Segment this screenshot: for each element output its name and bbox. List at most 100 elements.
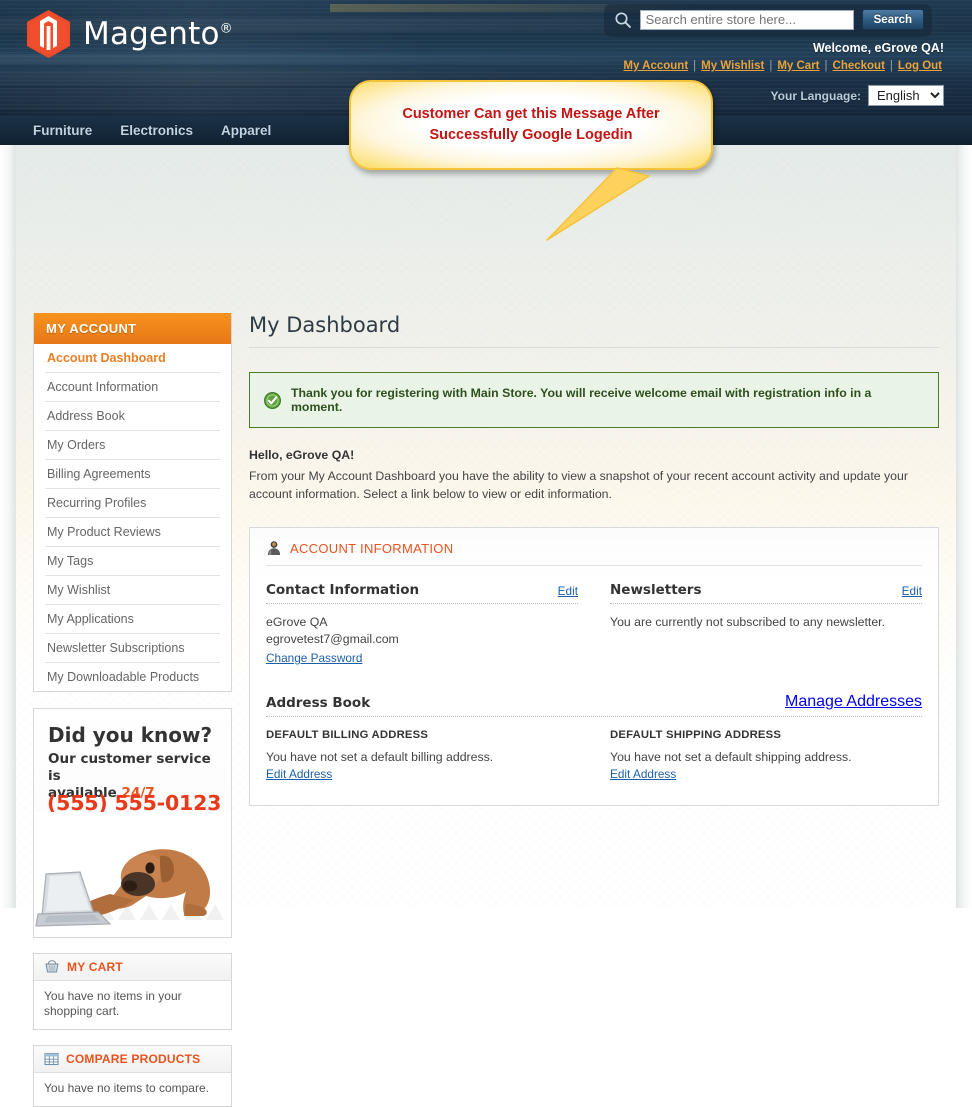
language-switcher: Your Language: English: [771, 85, 944, 106]
sidebar-item-account-dashboard[interactable]: Account Dashboard: [45, 344, 220, 373]
edit-contact-information-link[interactable]: Edit: [558, 584, 578, 598]
sidebar-item-newsletter-subscriptions[interactable]: Newsletter Subscriptions: [45, 634, 220, 663]
nav-item-electronics[interactable]: Electronics: [120, 123, 193, 138]
link-my-wishlist[interactable]: My Wishlist: [701, 60, 764, 72]
link-my-account[interactable]: My Account: [623, 60, 688, 72]
search-button[interactable]: Search: [861, 9, 924, 30]
magento-hexagon-icon: [27, 10, 70, 58]
sidebar-item-my-downloadable-products[interactable]: My Downloadable Products: [45, 663, 220, 691]
promo-heading: Did you know?: [48, 723, 213, 747]
link-checkout[interactable]: Checkout: [833, 60, 885, 72]
contact-information-heading: Contact Information: [266, 582, 420, 598]
sidebar-item-label[interactable]: Account Information: [45, 373, 220, 401]
address-book-header: Address Book Manage Addresses: [266, 693, 922, 717]
edit-shipping-address-link[interactable]: Edit Address: [610, 767, 676, 781]
callout-line-2: Successfully Google Logedin: [429, 127, 633, 143]
sidebar: MY ACCOUNT Account Dashboard Account Inf…: [33, 313, 232, 1107]
edit-billing-address-link[interactable]: Edit Address: [266, 767, 332, 781]
registered-mark: ®: [219, 21, 233, 37]
sidebar-item-my-product-reviews[interactable]: My Product Reviews: [45, 518, 220, 547]
my-account-menu: Account Dashboard Account Information Ad…: [34, 344, 231, 691]
nav-item-furniture[interactable]: Furniture: [33, 123, 92, 138]
annotation-callout: Customer Can get this Message After Succ…: [349, 80, 713, 241]
compare-products-header: COMPARE PRODUCTS: [34, 1046, 231, 1073]
customer-email: egrovetest7@gmail.com: [266, 632, 399, 646]
page-title: My Dashboard: [249, 313, 939, 348]
success-message-banner: Thank you for registering with Main Stor…: [249, 372, 939, 428]
nav-item-apparel[interactable]: Apparel: [221, 123, 271, 138]
default-shipping-address-text: You have not set a default shipping addr…: [610, 750, 852, 764]
sidebar-item-label[interactable]: Account Dashboard: [45, 344, 220, 372]
sidebar-item-label[interactable]: Newsletter Subscriptions: [45, 634, 220, 662]
compare-icon: [44, 1052, 59, 1066]
cart-icon: [45, 960, 59, 973]
link-my-cart[interactable]: My Cart: [777, 60, 819, 72]
default-billing-address-heading: DEFAULT BILLING ADDRESS: [266, 729, 429, 741]
sidebar-item-my-tags[interactable]: My Tags: [45, 547, 220, 576]
compare-products-empty-text: You have no items to compare.: [44, 1081, 209, 1095]
my-account-title: MY ACCOUNT: [34, 313, 231, 344]
compare-products-block: COMPARE PRODUCTS You have no items to co…: [33, 1045, 232, 1107]
user-icon: [267, 541, 281, 555]
sidebar-item-label[interactable]: My Tags: [45, 547, 220, 575]
contact-information-column: Contact Information Edit eGrove QA egrov…: [266, 582, 578, 667]
sidebar-item-address-book[interactable]: Address Book: [45, 402, 220, 431]
default-shipping-address-body: You have not set a default shipping addr…: [610, 749, 922, 783]
sidebar-item-label[interactable]: Address Book: [45, 402, 220, 430]
page-body: MY ACCOUNT Account Dashboard Account Inf…: [0, 145, 972, 1107]
greeting-text: Hello, eGrove QA!: [249, 448, 355, 462]
link-separator: |: [769, 60, 773, 72]
sidebar-item-label[interactable]: My Applications: [45, 605, 220, 633]
welcome-message: Welcome, eGrove QA!: [812, 41, 944, 55]
my-account-block: MY ACCOUNT Account Dashboard Account Inf…: [33, 313, 232, 692]
sidebar-item-my-wishlist[interactable]: My Wishlist: [45, 576, 220, 605]
compare-products-title: COMPARE PRODUCTS: [66, 1052, 201, 1066]
default-billing-address-column: DEFAULT BILLING ADDRESS You have not set…: [266, 729, 578, 783]
address-book-columns: DEFAULT BILLING ADDRESS You have not set…: [266, 729, 922, 783]
sidebar-item-label[interactable]: Billing Agreements: [45, 460, 220, 488]
site-logo[interactable]: Magento®: [27, 10, 233, 58]
promo-sub-line1: Our customer service is: [48, 751, 211, 784]
callout-line-1: Customer Can get this Message After: [402, 106, 660, 122]
search-icon: [615, 11, 631, 28]
change-password-link[interactable]: Change Password: [266, 650, 362, 667]
account-information-header: ACCOUNT INFORMATION: [266, 540, 922, 566]
search-input[interactable]: [639, 9, 854, 30]
my-cart-block: MY CART You have no items in your shoppi…: [33, 953, 232, 1030]
newsletters-heading: Newsletters: [610, 582, 702, 598]
my-cart-empty-text: You have no items in your shopping cart.: [44, 989, 182, 1018]
my-cart-header: MY CART: [34, 954, 231, 981]
contact-information-body: eGrove QA egrovetest7@gmail.com Change P…: [266, 614, 578, 667]
sidebar-item-my-orders[interactable]: My Orders: [45, 431, 220, 460]
default-shipping-address-heading: DEFAULT SHIPPING ADDRESS: [610, 729, 782, 741]
sidebar-item-label[interactable]: My Product Reviews: [45, 518, 220, 546]
main-content: My Dashboard Thank you for registering w…: [249, 313, 939, 806]
link-separator: |: [824, 60, 828, 72]
callout-text: Customer Can get this Message After Succ…: [349, 80, 713, 170]
language-select[interactable]: English: [868, 85, 944, 106]
intro-line-1: From your My Account Dashboard you have …: [249, 469, 840, 483]
sidebar-item-billing-agreements[interactable]: Billing Agreements: [45, 460, 220, 489]
header-account-links: My Account | My Wishlist | My Cart | Checkout |…: [621, 60, 944, 72]
sidebar-item-label[interactable]: My Orders: [45, 431, 220, 459]
sidebar-item-label[interactable]: My Wishlist: [45, 576, 220, 604]
sidebar-item-my-applications[interactable]: My Applications: [45, 605, 220, 634]
logo-wordmark: Magento®: [83, 16, 233, 52]
sidebar-item-label[interactable]: Recurring Profiles: [45, 489, 220, 517]
language-label: Your Language:: [770, 88, 861, 103]
default-billing-address-text: You have not set a default billing addre…: [266, 750, 494, 764]
newsletters-header: Newsletters Edit: [610, 582, 922, 604]
link-separator: |: [889, 60, 893, 72]
dog-with-laptop-illustration: [34, 812, 231, 937]
logo-text: Magento: [83, 16, 220, 52]
address-book-heading: Address Book: [266, 695, 371, 711]
sidebar-item-label[interactable]: My Downloadable Products: [45, 663, 220, 691]
account-information-box: ACCOUNT INFORMATION Contact Information …: [249, 527, 939, 806]
edit-newsletters-link[interactable]: Edit: [902, 584, 922, 598]
sidebar-item-account-information[interactable]: Account Information: [45, 373, 220, 402]
customer-name: eGrove QA: [266, 615, 328, 629]
sidebar-item-recurring-profiles[interactable]: Recurring Profiles: [45, 489, 220, 518]
manage-addresses-link[interactable]: Manage Addresses: [785, 693, 922, 711]
link-log-out[interactable]: Log Out: [898, 60, 942, 72]
default-billing-address-body: You have not set a default billing addre…: [266, 749, 578, 783]
